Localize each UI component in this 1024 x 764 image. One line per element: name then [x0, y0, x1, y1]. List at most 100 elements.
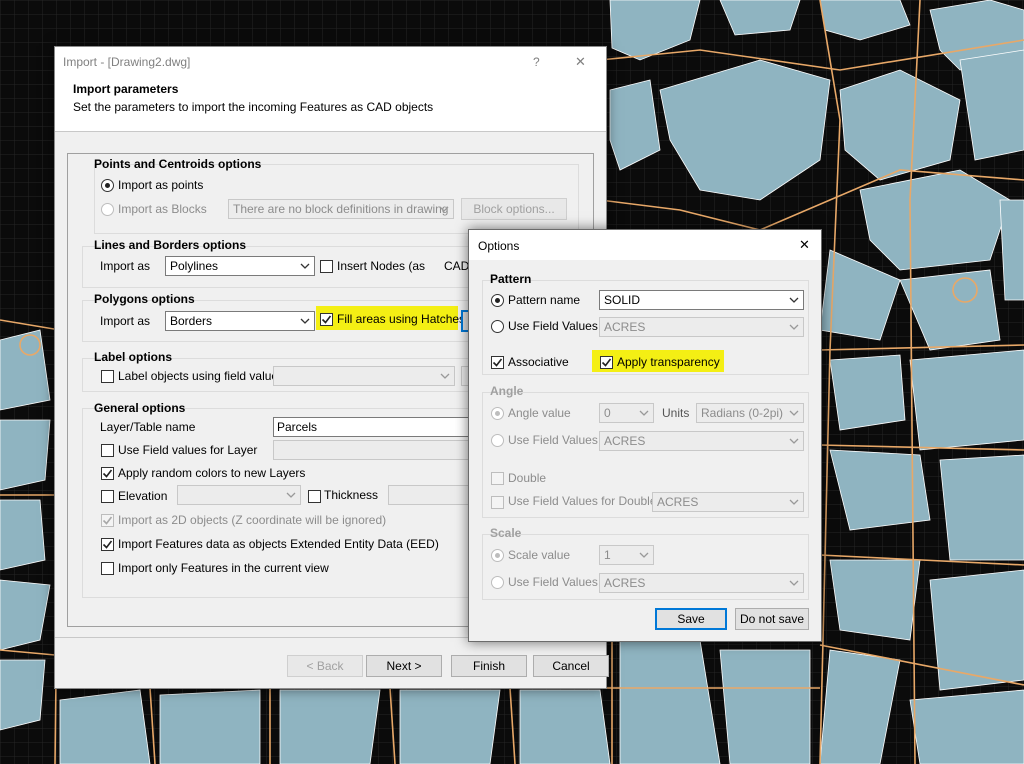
checkmark-icon	[601, 358, 612, 367]
cad-label: CAD	[444, 259, 470, 273]
current-view-label: Import only Features in the current view	[118, 561, 329, 575]
random-colors-checkbox[interactable]	[101, 467, 114, 480]
scale-value-text: 1	[604, 548, 611, 562]
lines-import-as-select[interactable]: Polylines	[165, 256, 315, 276]
help-button[interactable]: ?	[533, 54, 540, 70]
polygons-import-as-select[interactable]: Borders	[165, 311, 315, 331]
chevron-down-icon	[300, 263, 310, 269]
polygons-group-title: Polygons options	[94, 292, 195, 306]
import-as-blocks-radio[interactable]	[101, 203, 114, 216]
units-label: Units	[662, 406, 690, 420]
finish-button[interactable]: Finish	[451, 655, 527, 677]
blocks-select-value: There are no block definitions in drawin…	[233, 202, 449, 216]
fill-hatches-checkbox[interactable]	[320, 313, 333, 326]
elevation-select[interactable]	[177, 485, 301, 505]
chevron-down-icon	[440, 373, 450, 379]
scale-field-radio[interactable]	[491, 576, 504, 589]
pattern-name-value: SOLID	[604, 293, 641, 307]
import-eed-checkbox[interactable]	[101, 538, 114, 551]
insert-nodes-checkbox[interactable]	[320, 260, 333, 273]
label-objects-checkbox[interactable]	[101, 370, 114, 383]
double-field-select[interactable]: ACRES	[652, 492, 804, 512]
label-objects-label: Label objects using field value	[118, 369, 279, 383]
layer-name-input[interactable]: Parcels	[273, 417, 493, 437]
checkmark-icon	[102, 469, 113, 478]
use-field-layer-label: Use Field values for Layer	[118, 443, 258, 457]
pattern-field-value: ACRES	[604, 320, 646, 334]
elevation-label: Elevation	[118, 489, 168, 503]
use-field-layer-checkbox[interactable]	[101, 444, 114, 457]
lines-import-as-label: Import as	[100, 259, 151, 273]
import-2d-checkbox[interactable]	[101, 514, 114, 527]
associative-checkbox[interactable]	[491, 356, 504, 369]
blocks-select[interactable]: There are no block definitions in drawin…	[228, 199, 454, 219]
scale-field-select[interactable]: ACRES	[599, 573, 804, 593]
label-field-select[interactable]	[273, 366, 455, 386]
angle-value-label: Angle value	[508, 406, 571, 420]
scale-field-label: Use Field Values	[508, 575, 598, 589]
double-field-value: ACRES	[657, 495, 699, 509]
chevron-down-icon	[439, 206, 449, 212]
chevron-down-icon	[789, 438, 799, 444]
import-dialog-subheading: Set the parameters to import the incomin…	[73, 100, 434, 114]
lines-group-title: Lines and Borders options	[94, 238, 247, 252]
options-dialog-titlebar[interactable]: Options ✕	[469, 230, 821, 260]
import-2d-label: Import as 2D objects (Z coordinate will …	[118, 513, 387, 527]
close-icon[interactable]: ✕	[575, 54, 586, 70]
scale-value-radio[interactable]	[491, 549, 504, 562]
checkmark-icon	[102, 516, 113, 525]
pattern-name-label: Pattern name	[508, 293, 581, 307]
layer-field-select[interactable]	[273, 440, 493, 460]
scale-value-input[interactable]: 1	[599, 545, 654, 565]
angle-value-text: 0	[604, 406, 611, 420]
apply-transparency-checkbox[interactable]	[600, 356, 613, 369]
polygons-import-as-label: Import as	[100, 314, 151, 328]
import-as-points-radio[interactable]	[101, 179, 114, 192]
pattern-field-select[interactable]: ACRES	[599, 317, 804, 337]
import-dialog-title: Import - [Drawing2.dwg]	[63, 55, 191, 69]
double-checkbox[interactable]	[491, 472, 504, 485]
back-button[interactable]: < Back	[287, 655, 363, 677]
apply-transparency-label: Apply transparency	[617, 355, 720, 369]
pattern-name-select[interactable]: SOLID	[599, 290, 804, 310]
angle-value-radio[interactable]	[491, 407, 504, 420]
block-options-button[interactable]: Block options...	[461, 198, 567, 220]
units-select[interactable]: Radians (0-2pi)	[696, 403, 804, 423]
options-dialog: Options ✕ Pattern Pattern name SOLID Use…	[468, 229, 822, 642]
layer-name-label: Layer/Table name	[100, 420, 196, 434]
labels-group-title: Label options	[94, 350, 172, 364]
scale-value-label: Scale value	[508, 548, 571, 562]
chevron-down-icon	[639, 410, 649, 416]
do-not-save-button[interactable]: Do not save	[735, 608, 809, 630]
close-icon[interactable]: ✕	[799, 237, 810, 253]
thickness-checkbox[interactable]	[308, 490, 321, 503]
field-double-checkbox[interactable]	[491, 496, 504, 509]
scale-group-title: Scale	[490, 526, 522, 540]
cancel-button[interactable]: Cancel	[533, 655, 609, 677]
angle-field-radio[interactable]	[491, 434, 504, 447]
current-view-checkbox[interactable]	[101, 562, 114, 575]
angle-value-input[interactable]: 0	[599, 403, 654, 423]
lines-import-as-value: Polylines	[170, 259, 219, 273]
pattern-name-radio[interactable]	[491, 294, 504, 307]
chevron-down-icon	[789, 324, 799, 330]
checkmark-icon	[492, 358, 503, 367]
double-label: Double	[508, 471, 547, 485]
angle-group-title: Angle	[490, 384, 524, 398]
save-button[interactable]: Save	[655, 608, 727, 630]
checkmark-icon	[321, 315, 332, 324]
pattern-field-radio[interactable]	[491, 320, 504, 333]
pattern-field-label: Use Field Values	[508, 319, 598, 333]
associative-label: Associative	[508, 355, 569, 369]
insert-nodes-label: Insert Nodes (as	[337, 259, 426, 273]
points-group-title: Points and Centroids options	[94, 157, 262, 171]
import-dialog-heading: Import parameters	[73, 82, 179, 96]
elevation-checkbox[interactable]	[101, 490, 114, 503]
angle-field-select[interactable]: ACRES	[599, 431, 804, 451]
layer-name-value: Parcels	[277, 420, 318, 434]
pattern-group-title: Pattern	[490, 272, 532, 286]
next-button[interactable]: Next >	[366, 655, 442, 677]
import-dialog-titlebar[interactable]: Import - [Drawing2.dwg] ? ✕	[55, 47, 606, 77]
chevron-down-icon	[300, 318, 310, 324]
import-eed-label: Import Features data as objects Extended…	[118, 537, 439, 551]
